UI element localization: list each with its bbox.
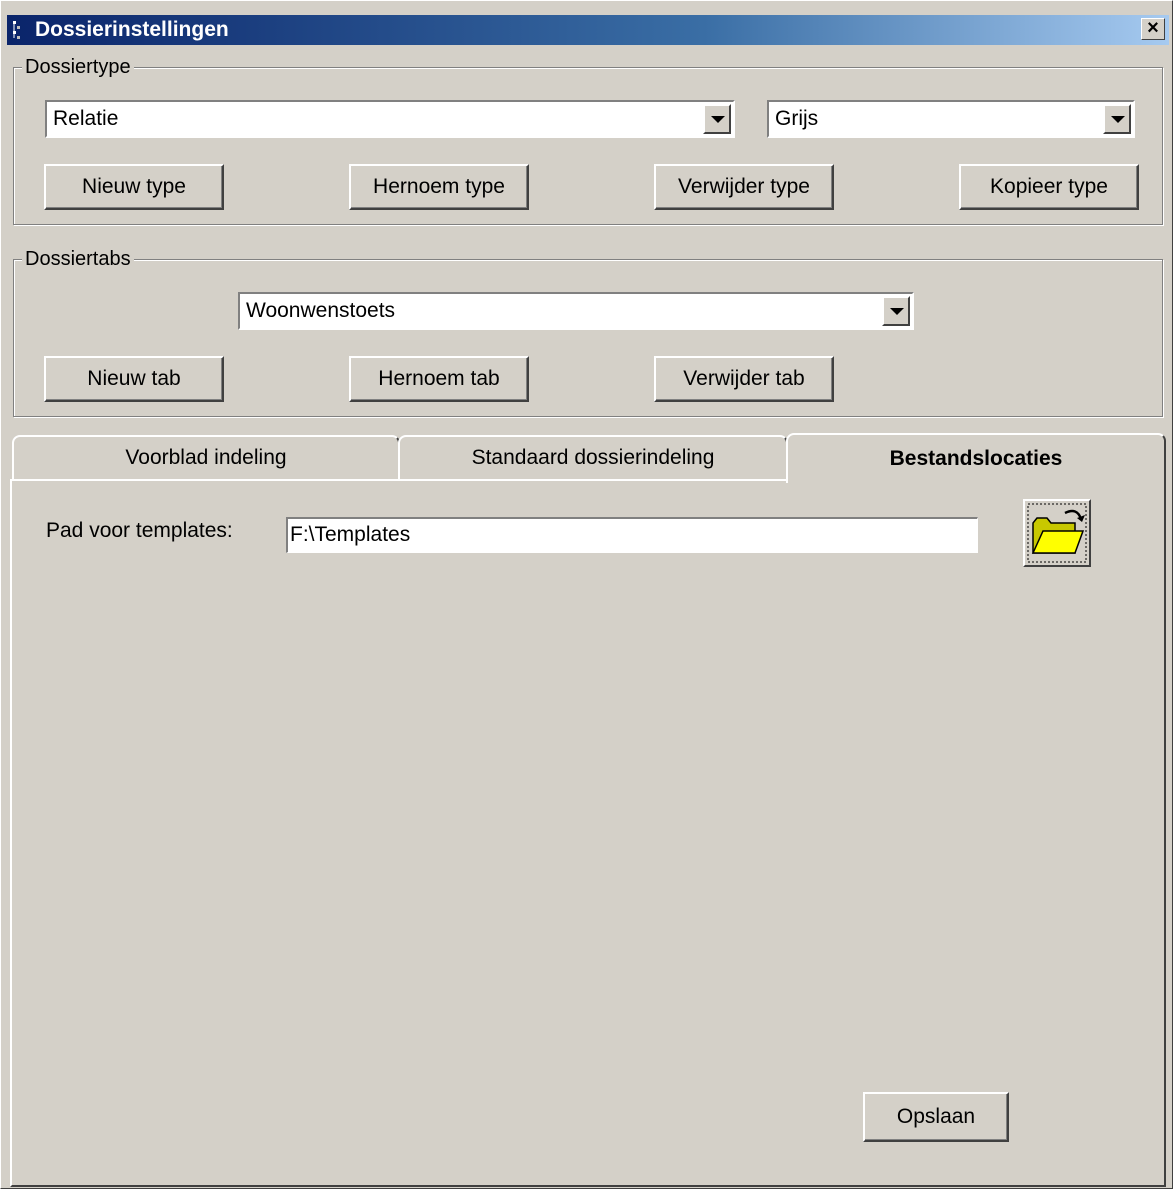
copy-type-button[interactable]: Kopieer type bbox=[959, 164, 1139, 210]
dossiertabs-group-label: Dossiertabs bbox=[22, 248, 134, 270]
template-path-input[interactable]: F:\Templates bbox=[286, 517, 978, 553]
dossiertabs-group: Dossiertabs Woonwenstoets Nieuw tab Hern… bbox=[13, 248, 1163, 417]
open-folder-icon bbox=[1027, 503, 1087, 563]
color-select[interactable]: Grijs bbox=[766, 99, 1136, 139]
chevron-down-icon[interactable] bbox=[1103, 104, 1131, 134]
title-bar[interactable]: Dossierinstellingen × bbox=[7, 15, 1169, 45]
app-icon bbox=[13, 21, 20, 39]
close-icon: × bbox=[1147, 17, 1159, 39]
browse-folder-button[interactable] bbox=[1023, 499, 1091, 567]
chevron-down-icon[interactable] bbox=[703, 104, 731, 134]
chevron-down-icon[interactable] bbox=[882, 296, 910, 326]
rename-tab-button[interactable]: Hernoem tab bbox=[349, 356, 529, 402]
new-tab-button[interactable]: Nieuw tab bbox=[44, 356, 224, 402]
tab-voorblad-indeling[interactable]: Voorblad indeling bbox=[12, 435, 400, 479]
close-button[interactable]: × bbox=[1141, 18, 1165, 40]
delete-tab-button[interactable]: Verwijder tab bbox=[654, 356, 834, 402]
save-button[interactable]: Opslaan bbox=[863, 1092, 1009, 1142]
dossiertab-select-value: Woonwenstoets bbox=[246, 299, 396, 322]
tab-standaard-dossierindeling[interactable]: Standaard dossierindeling bbox=[398, 435, 788, 479]
delete-type-button[interactable]: Verwijder type bbox=[654, 164, 834, 210]
dossiertab-select[interactable]: Woonwenstoets bbox=[237, 291, 915, 331]
color-select-value: Grijs bbox=[775, 107, 819, 130]
dossiertype-group: Dossiertype Relatie Grijs Nieuw type Her… bbox=[13, 56, 1163, 225]
dossiertype-select-value: Relatie bbox=[53, 107, 119, 130]
dialog-window: Dossierinstellingen × Dossiertype Relati… bbox=[0, 0, 1173, 1189]
tab-bestandslocaties[interactable]: Bestandslocaties bbox=[786, 433, 1166, 483]
dossiertype-group-label: Dossiertype bbox=[22, 56, 134, 78]
dossiertype-select[interactable]: Relatie bbox=[44, 99, 736, 139]
window-title: Dossierinstellingen bbox=[35, 18, 229, 41]
template-path-label: Pad voor templates: bbox=[46, 519, 233, 542]
tab-panel-bestandslocaties: Pad voor templates: F:\Templates Opslaan bbox=[10, 479, 1166, 1187]
rename-type-button[interactable]: Hernoem type bbox=[349, 164, 529, 210]
new-type-button[interactable]: Nieuw type bbox=[44, 164, 224, 210]
